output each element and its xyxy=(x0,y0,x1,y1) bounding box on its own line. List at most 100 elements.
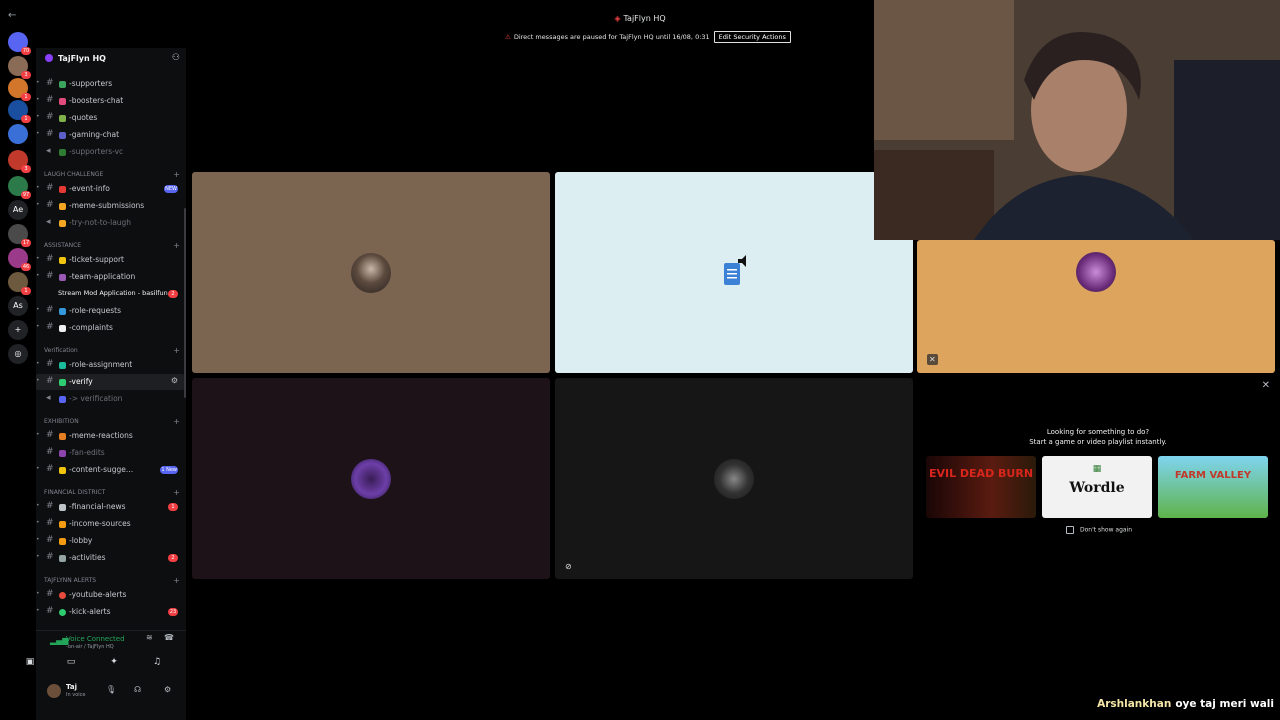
server-header[interactable]: TajFlyn HQ ⚇ xyxy=(36,48,186,70)
server-icon[interactable]: 46 xyxy=(8,248,31,271)
speaker-icon: ◂ xyxy=(46,146,51,156)
hash-icon: # xyxy=(46,606,54,616)
game-card-farm-valley[interactable]: FARM VALLEY xyxy=(1158,456,1268,518)
headphones-icon[interactable]: ☊ xyxy=(134,685,141,694)
settings-gear-icon[interactable]: ⚙ xyxy=(171,376,178,385)
hash-icon: # xyxy=(46,129,54,139)
hash-icon: # xyxy=(46,430,54,440)
avatar xyxy=(714,458,754,499)
hash-icon: # xyxy=(46,589,54,599)
voice-channel-item[interactable]: ◂ -try-not-to-laugh xyxy=(36,215,184,231)
add-channel-icon[interactable]: + xyxy=(173,170,180,179)
server-icon[interactable]: 97 xyxy=(8,176,31,199)
participant-tile[interactable] xyxy=(192,172,550,373)
server-avatar-icon xyxy=(45,54,53,62)
hash-icon: # xyxy=(46,322,54,332)
channel-item[interactable]: • # -role-requests xyxy=(36,303,184,319)
hash-icon: # xyxy=(46,518,54,528)
thread-item[interactable]: Stream Mod Application - basilfun 2 xyxy=(36,286,184,302)
server-icon[interactable]: As xyxy=(8,296,28,316)
stream-chat-message: Arshlankhan oye taj meri wali xyxy=(1097,698,1274,710)
participant-tile[interactable]: ✕ xyxy=(917,240,1275,373)
add-channel-icon[interactable]: + xyxy=(173,488,180,497)
channel-item[interactable]: • # -event-info NEW xyxy=(36,181,184,197)
mention-badge: 2 xyxy=(168,554,178,562)
hash-icon: # xyxy=(46,200,54,210)
hash-icon: # xyxy=(46,552,54,562)
game-card-wordle[interactable]: ▦ Wordle xyxy=(1042,456,1152,518)
hash-icon: # xyxy=(46,376,54,386)
hash-icon: # xyxy=(46,78,54,88)
channel-item[interactable]: • # -youtube-alerts xyxy=(36,587,184,603)
server-icon[interactable] xyxy=(8,124,28,144)
server-icon[interactable]: 3 xyxy=(8,56,31,79)
dont-show-again-checkbox[interactable]: Don't show again xyxy=(1066,526,1132,534)
hash-icon: # xyxy=(46,112,54,122)
activities-icon[interactable]: ✦ xyxy=(108,657,120,669)
participant-tile[interactable]: ⊘ xyxy=(555,378,913,579)
participant-tile[interactable] xyxy=(555,172,913,373)
close-icon[interactable]: ✕ xyxy=(1262,380,1270,391)
hash-icon: # xyxy=(46,535,54,545)
channel-item[interactable]: • # -lobby xyxy=(36,533,184,549)
server-icon[interactable]: 1 xyxy=(8,272,31,295)
user-settings-gear-icon[interactable]: ⚙ xyxy=(164,685,171,694)
avatar xyxy=(714,252,754,293)
mention-badge: 2 xyxy=(168,290,178,298)
server-icon[interactable]: Ae xyxy=(8,200,28,220)
microphone-icon[interactable]: 🎙︎ xyxy=(106,685,116,694)
channel-item[interactable]: • # -kick-alerts 23 xyxy=(36,604,184,620)
channel-item[interactable]: • # -financial-news 1 xyxy=(36,499,184,515)
avatar xyxy=(351,458,391,499)
participant-tile[interactable] xyxy=(192,378,550,579)
channel-item[interactable]: • # -activities 2 xyxy=(36,550,184,566)
soundboard-icon[interactable]: ♫ xyxy=(151,657,163,669)
add-channel-icon[interactable]: + xyxy=(173,576,180,585)
noise-suppression-icon[interactable]: ≋ xyxy=(146,633,153,642)
hash-icon: # xyxy=(46,95,54,105)
server-icon[interactable]: 1 xyxy=(8,78,31,101)
channel-item[interactable]: # -fan-edits xyxy=(36,445,184,461)
voice-channel-name[interactable]: -on-air / TajFlyn HQ xyxy=(66,644,114,650)
speaker-icon: ◂ xyxy=(46,393,51,403)
server-rail: 70 3 1 1 3 97 Ae 17 46 1 As + ◎ xyxy=(0,28,36,720)
channel-item[interactable]: • # -meme-submissions xyxy=(36,198,184,214)
add-channel-icon[interactable]: + xyxy=(173,241,180,250)
screen-share-icon[interactable]: ▭ xyxy=(65,657,77,669)
channel-item[interactable]: • # -boosters-chat xyxy=(36,93,184,109)
server-icon[interactable]: 1 xyxy=(8,100,31,123)
hash-icon: # xyxy=(46,254,54,264)
streamer-webcam-image xyxy=(874,0,1280,240)
disconnect-icon[interactable]: ☎ xyxy=(164,633,174,642)
channel-item[interactable]: • # -team-application xyxy=(36,269,184,285)
hash-icon: # xyxy=(46,501,54,511)
channel-item[interactable]: • # -gaming-chat xyxy=(36,127,184,143)
add-member-icon[interactable]: ⚇ xyxy=(172,53,180,63)
add-channel-icon[interactable]: + xyxy=(173,346,180,355)
channel-item-selected[interactable]: • # -verify ⚙ xyxy=(36,374,184,390)
channel-item[interactable]: • # -supporters xyxy=(36,76,184,92)
server-icon[interactable]: 3 xyxy=(8,150,31,173)
channel-item[interactable]: • # -quotes xyxy=(36,110,184,126)
channel-item[interactable]: • # -content-sugge... 1 New xyxy=(36,462,184,478)
channel-item[interactable]: • # -income-sources xyxy=(36,516,184,532)
channel-item[interactable]: • # -ticket-support xyxy=(36,252,184,268)
wordle-grid-icon: ▦ xyxy=(1092,464,1102,474)
discover-icon[interactable]: ◎ xyxy=(8,344,28,364)
channel-item[interactable]: • # -complaints xyxy=(36,320,184,336)
game-card-evil-dead[interactable]: EVIL DEAD BURN xyxy=(926,456,1036,518)
scrollbar[interactable] xyxy=(184,208,186,398)
camera-off-icon[interactable]: ▣ xyxy=(24,657,36,669)
edit-security-actions-button[interactable]: Edit Security Actions xyxy=(713,31,791,43)
dm-paused-banner: ⚠ Direct messages are paused for TajFlyn … xyxy=(505,31,791,43)
voice-channel-item[interactable]: ◂ -> verification xyxy=(36,391,184,407)
add-channel-icon[interactable]: + xyxy=(173,417,180,426)
add-server-icon[interactable]: + xyxy=(8,320,28,340)
activity-suggestion-panel: ✕ Looking for something to do? Start a g… xyxy=(916,376,1280,580)
channel-item[interactable]: • # -role-assignment xyxy=(36,357,184,373)
direct-messages-icon[interactable]: 70 xyxy=(8,32,31,55)
voice-channel-item[interactable]: ◂ -supporters-vc xyxy=(36,144,184,160)
channel-item[interactable]: • # -meme-reactions xyxy=(36,428,184,444)
avatar[interactable] xyxy=(47,684,61,698)
server-icon[interactable]: 17 xyxy=(8,224,31,247)
